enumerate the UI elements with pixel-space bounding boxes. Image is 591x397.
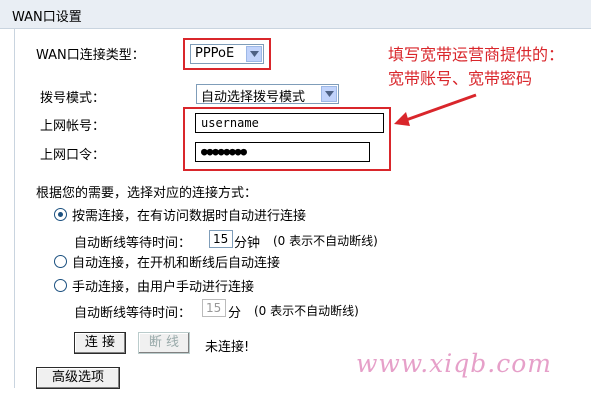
idle-time-input-1[interactable]: 15: [209, 230, 233, 248]
password-label: 上网口令：: [40, 148, 106, 163]
idle-time-input-2[interactable]: 15: [202, 299, 226, 317]
connection-status: 未连接!: [205, 340, 250, 355]
chevron-down-icon: [321, 86, 337, 102]
idle-time-unit-2: 分: [228, 306, 242, 321]
dial-mode-label: 拨号模式：: [40, 91, 106, 106]
annotation-arrow-icon: [394, 93, 477, 126]
manual-connect-radio[interactable]: [54, 279, 67, 292]
idle-time-note-2: (0 表示不自动断线): [254, 304, 359, 318]
connection-mode-title: 根据您的需要，选择对应的连接方式：: [36, 186, 258, 201]
chevron-down-icon: [246, 46, 262, 62]
wan-type-label: WAN口连接类型：: [36, 48, 145, 63]
watermark: www.xiqb.com: [356, 349, 552, 378]
password-input[interactable]: ●●●●●●●●: [195, 142, 370, 162]
dial-mode-value: 自动选择拨号模式: [201, 90, 306, 105]
auto-connect-label: 自动连接，在开机和断线后自动连接: [72, 256, 281, 271]
manual-connect-label: 手动连接，由用户手动进行连接: [72, 280, 255, 295]
page-title: WAN口设置: [12, 10, 82, 25]
disconnect-button[interactable]: 断 线: [138, 332, 190, 354]
idle-time-label-1: 自动断线等待时间：: [74, 236, 192, 251]
idle-time-note-1: (0 表示不自动断线): [273, 234, 378, 248]
annotation-line-1: 填写宽带运营商提供的：: [388, 45, 565, 64]
auto-connect-radio[interactable]: [54, 255, 67, 268]
on-demand-label: 按需连接，在有访问数据时自动进行连接: [72, 209, 307, 224]
wan-type-select[interactable]: PPPoE: [190, 44, 264, 64]
header-bar: WAN口设置: [0, 0, 591, 29]
annotation-line-2: 宽带账号、宽带密码: [388, 69, 533, 88]
idle-time-unit-1: 分钟: [234, 236, 261, 251]
dial-mode-select[interactable]: 自动选择拨号模式: [196, 84, 339, 105]
idle-time-label-2: 自动断线等待时间：: [74, 306, 192, 321]
on-demand-radio[interactable]: [54, 208, 67, 221]
account-input[interactable]: username: [195, 113, 384, 133]
connect-button[interactable]: 连 接: [74, 332, 126, 354]
advanced-options-button[interactable]: 高级选项: [36, 367, 120, 389]
wan-type-value: PPPoE: [195, 46, 235, 61]
account-label: 上网帐号：: [40, 119, 106, 134]
